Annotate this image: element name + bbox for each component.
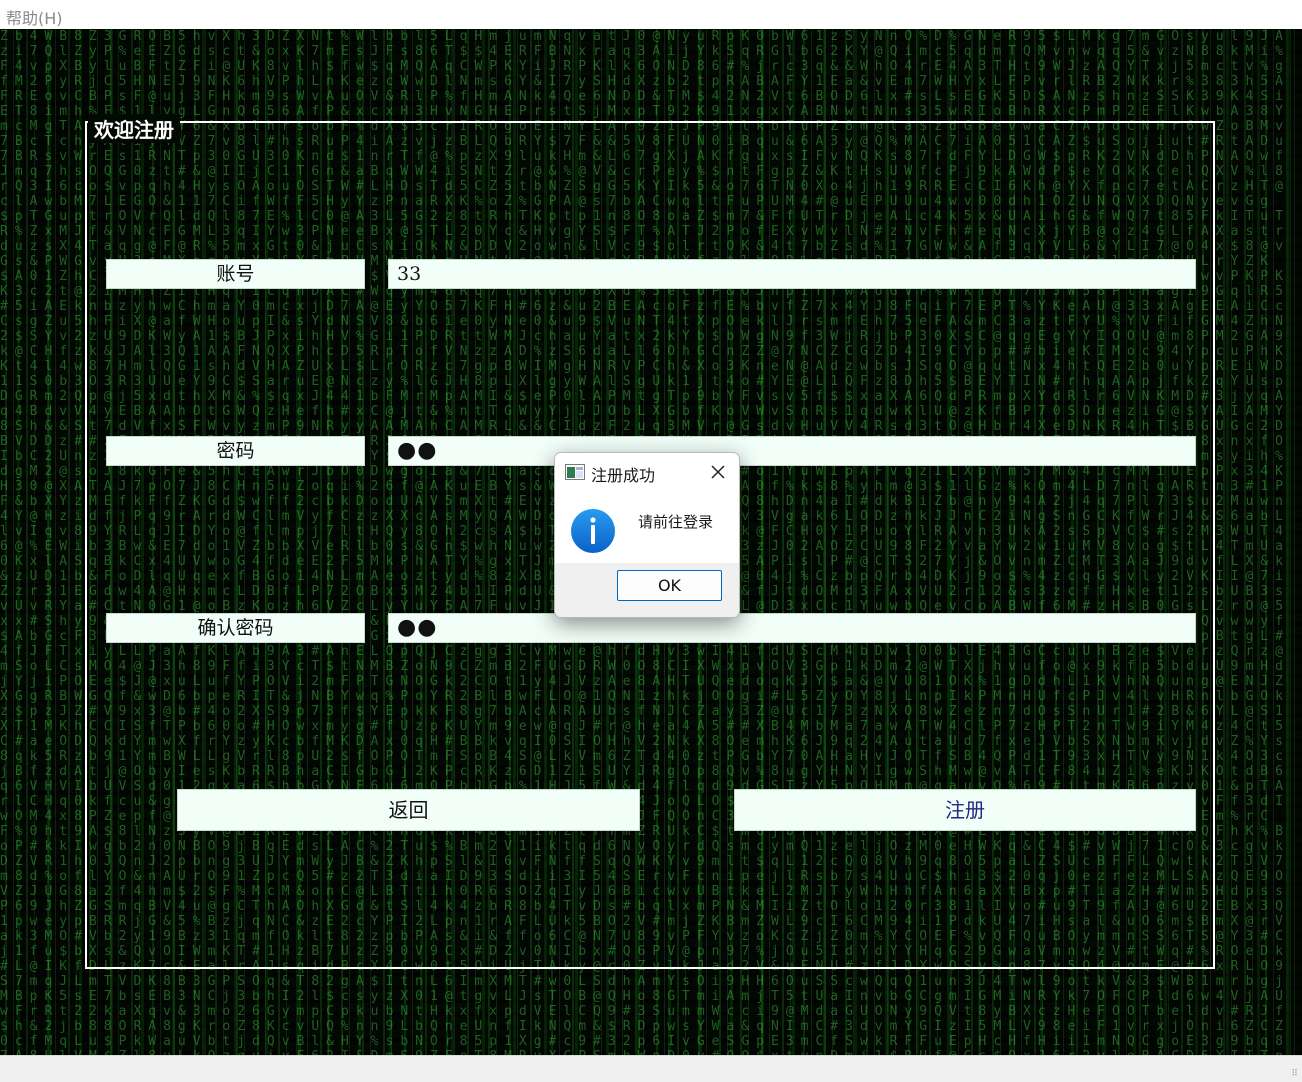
group-title: 欢迎注册 — [88, 114, 180, 143]
back-button[interactable]: 返回 — [177, 789, 640, 831]
password-input[interactable]: ●● — [388, 436, 1196, 466]
account-input[interactable]: 33 — [388, 259, 1196, 289]
resize-grip-icon[interactable]: ⠿ — [1291, 1069, 1298, 1079]
success-dialog: 注册成功 请前往登录 OK — [554, 452, 740, 618]
confirm-password-input[interactable]: ●● — [388, 613, 1196, 643]
menu-bar: 帮助(H) — [0, 0, 1302, 30]
status-bar: ⠿ — [0, 1055, 1302, 1082]
dialog-title: 注册成功 — [591, 466, 656, 485]
close-icon[interactable] — [709, 463, 727, 481]
register-button[interactable]: 注册 — [734, 789, 1196, 831]
dialog-body: 请前往登录 — [555, 491, 739, 563]
account-label: 账号 — [106, 259, 365, 289]
app-window-icon — [565, 464, 585, 480]
dialog-titlebar: 注册成功 — [555, 453, 739, 491]
dialog-message: 请前往登录 — [638, 513, 714, 531]
ok-button[interactable]: OK — [617, 570, 722, 601]
info-icon — [571, 509, 615, 553]
password-label: 密码 — [106, 436, 365, 466]
dialog-footer: OK — [555, 563, 739, 617]
menu-help[interactable]: 帮助(H) — [6, 5, 63, 29]
confirm-password-label: 确认密码 — [106, 613, 365, 643]
